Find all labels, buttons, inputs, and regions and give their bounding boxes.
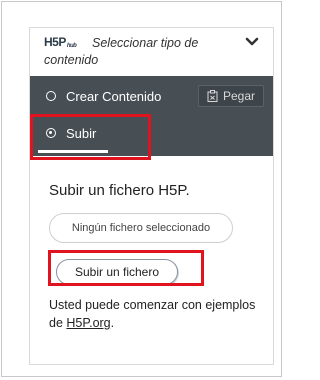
file-name-placeholder: Ningún fichero seleccionado	[71, 222, 211, 234]
active-tab-indicator	[38, 150, 108, 153]
clipboard-icon	[207, 90, 218, 102]
tab-create-content[interactable]: Crear Contenido	[46, 86, 161, 106]
paste-label: Pegar	[222, 89, 256, 103]
radio-unchecked-icon	[46, 91, 56, 101]
tab-upload-label: Subir	[66, 125, 97, 141]
upload-heading: Subir un fichero H5P.	[49, 182, 190, 199]
examples-note: Usted puede comenzar con ejemplos de H5P…	[49, 296, 259, 332]
h5p-hub-panel: Seleccionar tipo de contenido H5Phub Cre…	[29, 27, 274, 365]
note-suffix: .	[110, 316, 115, 330]
h5p-hub-logo: H5Phub	[44, 35, 77, 49]
file-name-field[interactable]: Ningún fichero seleccionado	[49, 213, 233, 243]
paste-button[interactable]: Pegar	[198, 85, 264, 107]
hub-tab-bar: Crear Contenido Pegar Subir	[30, 76, 273, 156]
tab-upload[interactable]: Subir	[46, 123, 96, 143]
hub-header[interactable]: Seleccionar tipo de contenido H5Phub	[30, 28, 273, 77]
upload-file-button[interactable]: Subir un fichero	[56, 259, 178, 285]
radio-checked-icon	[46, 128, 56, 138]
tab-create-label: Crear Contenido	[66, 88, 162, 104]
chevron-down-icon[interactable]	[245, 36, 259, 48]
logo-text: H5P	[44, 35, 66, 49]
logo-sub: hub	[66, 43, 77, 49]
h5p-org-link[interactable]: H5P.org	[66, 316, 110, 330]
upload-file-label: Subir un fichero	[74, 265, 160, 279]
